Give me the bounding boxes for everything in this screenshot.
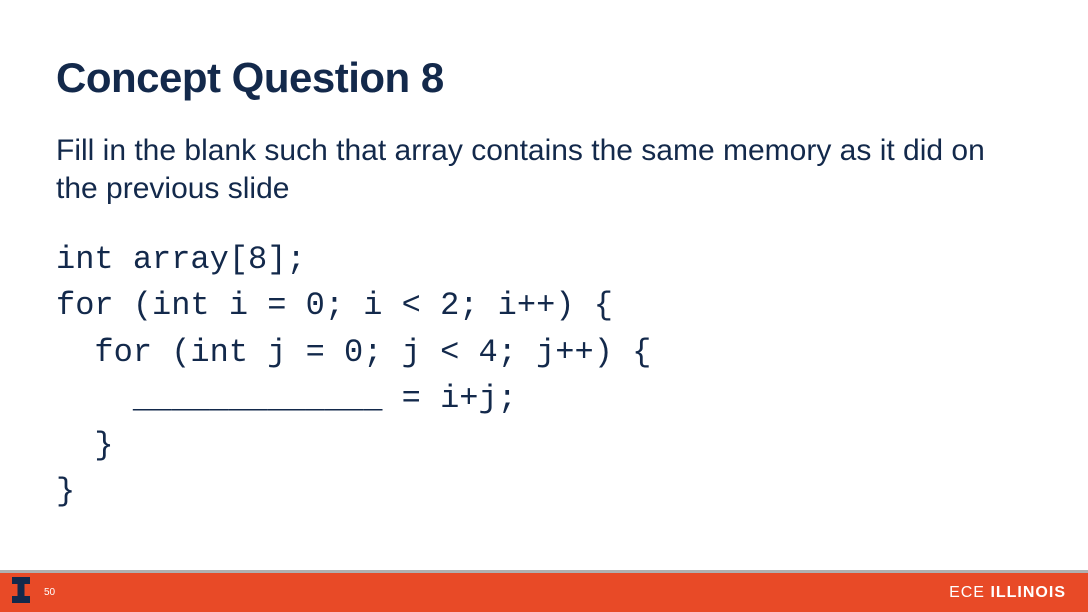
footer-left: 50: [12, 577, 55, 608]
footer-right: ECE ILLINOIS: [949, 584, 1066, 602]
footer-school: ILLINOIS: [990, 584, 1066, 601]
footer-bar: 50 ECE ILLINOIS: [0, 573, 1088, 612]
slide-number: 50: [44, 587, 55, 598]
footer: 50 ECE ILLINOIS: [0, 570, 1088, 612]
slide-prompt: Fill in the blank such that array contai…: [56, 132, 1032, 207]
slide: Concept Question 8 Fill in the blank suc…: [0, 0, 1088, 612]
illinois-block-i-icon: [12, 577, 30, 608]
slide-title: Concept Question 8: [56, 54, 1032, 102]
slide-content: Concept Question 8 Fill in the blank suc…: [0, 0, 1088, 515]
footer-dept: ECE: [949, 584, 985, 601]
code-block: int array[8]; for (int i = 0; i < 2; i++…: [56, 237, 1032, 515]
